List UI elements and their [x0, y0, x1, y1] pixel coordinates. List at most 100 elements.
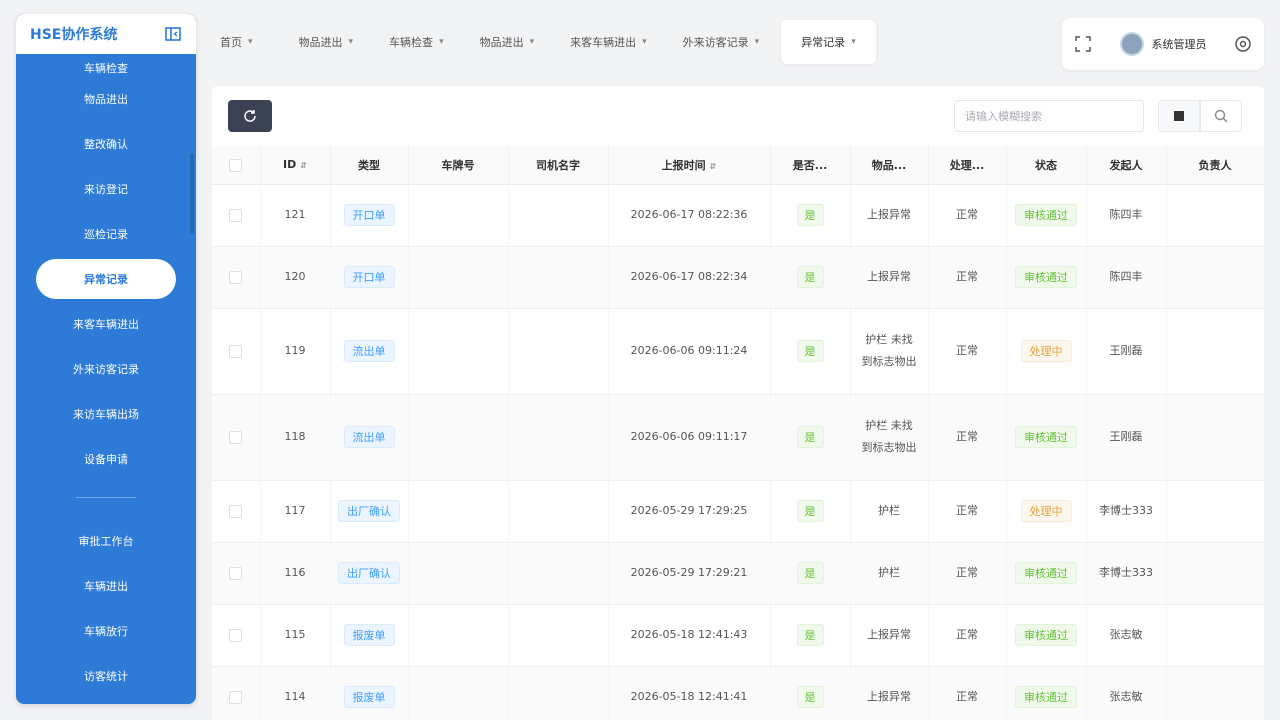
row-checkbox[interactable] — [229, 628, 243, 642]
sidebar-item[interactable]: 整改确认 — [16, 121, 196, 166]
sidebar-item-label: 访客统计 — [84, 669, 128, 683]
yes-tag: 是 — [796, 425, 824, 448]
sidebar-item[interactable]: 物品进出 — [16, 76, 196, 121]
select-all-cell — [212, 146, 261, 185]
initiator-cell: 王刚磊 — [1086, 308, 1167, 395]
row-checkbox[interactable] — [229, 504, 243, 518]
table-row[interactable]: 115 报废单 2026-05-18 12:41:43 是 上报异常 正常 审核通过 张志敏 — [212, 604, 1264, 667]
handle-cell: 正常 — [928, 246, 1007, 309]
flag-cell: 是 — [770, 666, 851, 720]
plate-cell — [408, 480, 509, 543]
sort-icon[interactable]: ⇵ — [300, 161, 307, 170]
collapse-sidebar-icon[interactable] — [164, 26, 182, 42]
sidebar-item[interactable]: 审批工作台 — [16, 518, 196, 563]
row-checkbox[interactable] — [229, 690, 243, 704]
type-cell: 出厂确认 — [330, 542, 409, 605]
id-cell: 121 — [260, 184, 331, 247]
table-row[interactable]: 118 流出单 2026-06-06 09:11:17 是 护栏 未找到标志物出 正常 审核… — [212, 394, 1264, 481]
row-checkbox[interactable] — [229, 430, 243, 444]
tab-item[interactable]: 物品进出 ▾ — [285, 20, 368, 64]
id-cell: 118 — [260, 394, 331, 481]
tab-item[interactable]: 物品进出 ▾ — [466, 20, 549, 64]
row-checkbox[interactable] — [229, 344, 243, 358]
chevron-down-icon: ▾ — [851, 37, 856, 47]
type-tag: 出厂确认 — [338, 561, 400, 584]
status-badge: 审核通过 — [1015, 265, 1077, 288]
row-checkbox[interactable] — [229, 208, 243, 222]
sidebar-item[interactable]: 巡检记录 — [16, 211, 196, 256]
yes-tag: 是 — [796, 685, 824, 708]
chevron-down-icon: ▾ — [754, 37, 760, 47]
avatar — [1119, 32, 1144, 56]
column-header[interactable]: 上报时间 ⇵ — [608, 146, 771, 185]
tab-item[interactable]: 来客车辆进出 ▾ — [556, 20, 661, 64]
flag-cell: 是 — [770, 308, 851, 395]
fullscreen-icon[interactable] — [1072, 33, 1094, 55]
sidebar-item[interactable]: 来访车辆出场 — [16, 391, 196, 436]
sidebar-item[interactable]: 车辆进出 — [16, 563, 196, 608]
table-toolbar — [212, 86, 1264, 146]
time-cell: 2026-06-06 09:11:24 — [608, 308, 771, 395]
table-row[interactable]: 116 出厂确认 2026-05-29 17:29:21 是 护栏 正常 审核通过 李博士33… — [212, 542, 1264, 605]
owner-cell — [1166, 480, 1264, 543]
time-cell: 2026-05-18 12:41:43 — [608, 604, 771, 667]
refresh-button[interactable] — [228, 100, 272, 132]
handle-cell: 正常 — [928, 542, 1007, 605]
column-settings-button[interactable] — [1158, 100, 1200, 132]
table-row[interactable]: 120 开口单 2026-06-17 08:22:34 是 上报异常 正常 审核通过 陈四丰 — [212, 246, 1264, 309]
row-select-cell — [212, 308, 261, 395]
tab-label: 车辆检查 — [389, 36, 434, 49]
tab-item[interactable]: 首页 ▾ — [206, 20, 267, 64]
status-badge: 处理中 — [1020, 339, 1072, 362]
yes-tag: 是 — [796, 339, 824, 362]
sidebar-item-active[interactable]: 异常记录 — [16, 256, 196, 301]
tab-item-active[interactable]: 异常记录 ▾ — [781, 20, 876, 64]
tab-label: 来客车辆进出 — [570, 36, 637, 49]
column-header: 车牌号 — [408, 146, 509, 185]
column-header: 类型 — [330, 146, 409, 185]
item-cell: 上报异常 — [850, 246, 929, 309]
driver-cell — [508, 480, 609, 543]
status-badge: 审核通过 — [1015, 561, 1077, 584]
type-cell: 出厂确认 — [330, 480, 409, 543]
sidebar-item[interactable]: 来客车辆进出 — [16, 301, 196, 346]
yes-tag: 是 — [796, 499, 824, 522]
initiator-cell: 张志敏 — [1086, 604, 1167, 667]
sidebar-item[interactable]: 访客统计 — [16, 653, 196, 698]
search-button[interactable] — [1200, 100, 1242, 132]
tab-item[interactable]: 外来访客记录 ▾ — [669, 20, 774, 64]
records-table: ID ⇵ 类型 车牌号 司机名字 上报时间 ⇵ 是否... 物品... 处理... … — [212, 146, 1264, 720]
sidebar-menu: 车辆检查 物品进出 整改确认 来访登记 巡检记录 异常记录 来客车辆进出 外来访… — [16, 54, 196, 698]
row-checkbox[interactable] — [229, 566, 243, 580]
driver-cell — [508, 308, 609, 395]
sidebar-item[interactable]: 车辆放行 — [16, 608, 196, 653]
table-row[interactable]: 119 流出单 2026-06-06 09:11:24 是 护栏 未找到标志物出 正常 处理… — [212, 308, 1264, 395]
table-row[interactable]: 117 出厂确认 2026-05-29 17:29:25 是 护栏 正常 处理中 李博士333 — [212, 480, 1264, 543]
driver-cell — [508, 666, 609, 720]
type-cell: 报废单 — [330, 604, 409, 667]
sidebar-item[interactable]: 外来访客记录 — [16, 346, 196, 391]
sidebar-item-label: 车辆检查 — [84, 62, 128, 75]
table-header-row: ID ⇵ 类型 车牌号 司机名字 上报时间 ⇵ 是否... 物品... 处理... … — [212, 146, 1264, 185]
column-header: 状态 — [1006, 146, 1087, 185]
sidebar-item[interactable]: 车辆检查 — [16, 54, 196, 76]
settings-icon[interactable] — [1232, 33, 1254, 55]
sidebar-scrollbar[interactable] — [190, 154, 194, 234]
initiator-cell: 张志敏 — [1086, 666, 1167, 720]
column-header[interactable]: ID ⇵ — [260, 146, 331, 185]
row-checkbox[interactable] — [229, 270, 243, 284]
tab-item[interactable]: 车辆检查 ▾ — [375, 20, 458, 64]
table-row[interactable]: 121 开口单 2026-06-17 08:22:36 是 上报异常 正常 审核通过 陈四丰 — [212, 184, 1264, 247]
time-cell: 2026-05-29 17:29:25 — [608, 480, 771, 543]
driver-cell — [508, 246, 609, 309]
chevron-down-icon: ▾ — [529, 37, 535, 47]
yes-tag: 是 — [796, 203, 824, 226]
row-select-cell — [212, 604, 261, 667]
sidebar-item[interactable]: 来访登记 — [16, 166, 196, 211]
sidebar-item[interactable]: 设备申请 — [16, 436, 196, 481]
search-input[interactable] — [954, 100, 1144, 132]
user-menu[interactable]: 系统管理员 — [1119, 32, 1207, 56]
table-row[interactable]: 114 报废单 2026-05-18 12:41:41 是 上报异常 正常 审核通过 张志敏 — [212, 666, 1264, 720]
sort-icon[interactable]: ⇵ — [710, 162, 717, 171]
select-all-checkbox[interactable] — [229, 158, 243, 172]
